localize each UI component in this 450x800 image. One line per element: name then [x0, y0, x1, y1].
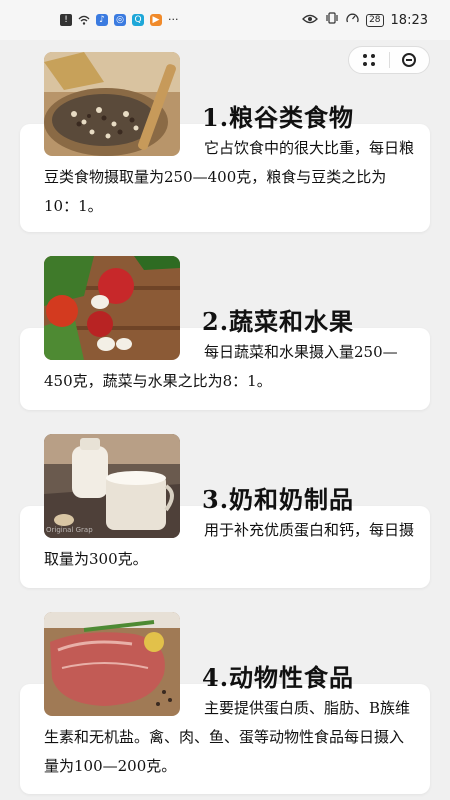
battery-icon: 28: [366, 13, 384, 27]
section-title: 4.动物性食品: [202, 663, 355, 692]
section-title: 1.粮谷类食物: [202, 103, 355, 132]
status-icons-left: ! ♪ ◎ Q ▶ ···: [60, 13, 179, 26]
eye-icon: [302, 13, 318, 28]
app-icon-1: ♪: [96, 13, 108, 26]
alert-icon: !: [60, 13, 72, 26]
speed-icon: [346, 12, 359, 28]
status-bar: ! ♪ ◎ Q ▶ ··· 28 18:23: [0, 0, 450, 40]
close-circle-icon: [402, 53, 417, 67]
status-icons-right: 28 18:23: [302, 12, 428, 28]
meat-image: [44, 612, 180, 716]
more-icon: ···: [168, 13, 179, 26]
image-caption: Original Grap: [46, 526, 93, 534]
more-dots-icon: [362, 54, 375, 66]
vibrate-icon: [325, 12, 339, 28]
mini-program-capsule: [348, 46, 430, 74]
more-dots-button[interactable]: [349, 47, 389, 73]
wifi-icon: [78, 14, 90, 26]
app-icon-4: ▶: [150, 13, 162, 26]
section-title: 3.奶和奶制品: [202, 485, 355, 514]
app-icon-2: ◎: [114, 13, 126, 26]
section-title: 2.蔬菜和水果: [202, 307, 355, 336]
close-button[interactable]: [390, 47, 430, 73]
clock: 18:23: [390, 12, 428, 28]
app-icon-3: Q: [132, 13, 144, 26]
grains-image: [44, 52, 180, 156]
vegetables-image: [44, 256, 180, 360]
milk-image: Original Grap: [44, 434, 180, 538]
